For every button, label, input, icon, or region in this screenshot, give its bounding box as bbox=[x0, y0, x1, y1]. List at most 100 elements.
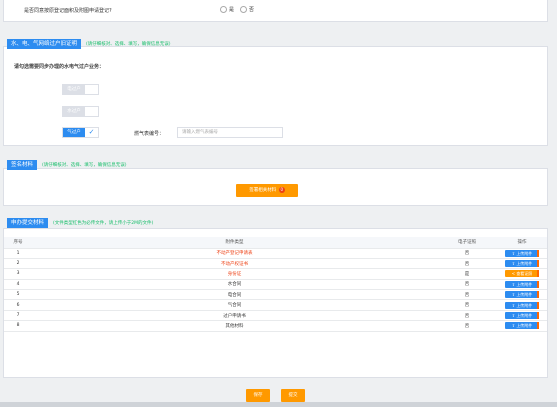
action-label: 上传附件 bbox=[516, 250, 533, 256]
submit-section-note: (文件类型红色为必传文件，请上传小于2M的文件) bbox=[53, 221, 154, 226]
upload-button[interactable]: ⇧ 上传附件 bbox=[505, 249, 539, 257]
row-action: ⇧ 上传附件 bbox=[497, 258, 547, 270]
sign-card: 签署相关材料 0 bbox=[3, 168, 548, 206]
upload-button[interactable]: ⇧ 上传附件 bbox=[505, 301, 539, 309]
row-ecert: 否 bbox=[437, 289, 497, 301]
table-row: 4 水合同否 ⇧ 上传附件 bbox=[4, 279, 547, 291]
horizontal-scrollbar[interactable] bbox=[0, 402, 557, 407]
row-action: ⇧ 上传附件 bbox=[497, 320, 547, 332]
row-action: ⇧ 上传附件 bbox=[497, 299, 547, 311]
radio-yes-label: 是 bbox=[229, 7, 235, 13]
row-ecert: 否 bbox=[437, 258, 497, 270]
row-type: 过户申请书 bbox=[32, 310, 437, 322]
gas-meter-label: 燃气表编号： bbox=[134, 131, 165, 137]
action-label: 查看证照 bbox=[516, 271, 533, 277]
utility-prompt: 请勾选需要同步办理的水电气过户业务： bbox=[14, 64, 105, 70]
action-label: 上传附件 bbox=[516, 323, 533, 329]
row-no: 4 bbox=[4, 279, 32, 291]
row-action: ⇧ 上传附件 bbox=[497, 289, 547, 301]
row-type: 不动产权证书 bbox=[32, 258, 437, 270]
checkbox-water-label: 水过户 bbox=[63, 107, 85, 116]
row-no: 2 bbox=[4, 258, 32, 270]
row-ecert: 否 bbox=[437, 310, 497, 322]
sign-section-title: 签名材料 bbox=[7, 160, 38, 170]
table-row: 5 电合同否 ⇧ 上传附件 bbox=[4, 289, 547, 301]
checkbox-electric[interactable]: 电过户 bbox=[62, 84, 99, 95]
action-label: 上传附件 bbox=[516, 313, 533, 319]
row-ecert: 否 bbox=[437, 320, 497, 332]
utility-section-header: 水、电、气网络过户旧证明 (请仔细核对、选择、填写，确保信息无误) bbox=[7, 39, 171, 49]
checkbox-electric-label: 电过户 bbox=[63, 85, 85, 94]
checkbox-water-box[interactable] bbox=[85, 107, 98, 116]
row-no: 1 bbox=[4, 248, 32, 259]
question-card: 是否同意按原登记面积及附图申请登记? 是 否 bbox=[3, 0, 548, 22]
radio-group: 是 否 bbox=[220, 6, 260, 13]
table-row: 3 身份证是 < 查看证照 bbox=[4, 268, 547, 280]
view-cert-button[interactable]: < 查看证照 bbox=[505, 270, 539, 278]
row-type: 气合同 bbox=[32, 299, 437, 311]
upload-button[interactable]: ⇧ 上传附件 bbox=[505, 291, 539, 299]
row-ecert: 否 bbox=[437, 279, 497, 291]
row-ecert: 否 bbox=[437, 248, 497, 259]
row-no: 8 bbox=[4, 320, 32, 332]
radio-yes[interactable]: 是 bbox=[220, 6, 234, 13]
table-row: 1 不动产登记申请表否 ⇧ 上传附件 bbox=[4, 248, 547, 259]
checkbox-gas[interactable]: 气过户 ✓ bbox=[62, 127, 99, 138]
gas-meter-input[interactable]: 请输入燃气表编号 bbox=[177, 127, 283, 138]
materials-table: 序号 附件类型 电子证照 操作 1 不动产登记申请表否 ⇧ 上传附件 2 不动产权证书否… bbox=[4, 237, 547, 332]
action-label: 上传附件 bbox=[516, 261, 533, 267]
col-action: 操作 bbox=[497, 237, 547, 249]
action-label: 上传附件 bbox=[516, 292, 533, 298]
row-no: 6 bbox=[4, 299, 32, 311]
question-label: 是否同意按原登记面积及附图申请登记? bbox=[24, 8, 112, 14]
checkbox-electric-box[interactable] bbox=[85, 85, 98, 94]
row-no: 5 bbox=[4, 289, 32, 301]
row-action: ⇧ 上传附件 bbox=[497, 279, 547, 291]
row-ecert: 是 bbox=[437, 268, 497, 280]
row-action: ⇧ 上传附件 bbox=[497, 310, 547, 322]
check-icon[interactable]: ✓ bbox=[85, 128, 98, 137]
checkbox-water[interactable]: 水过户 bbox=[62, 106, 99, 117]
table-row: 2 不动产权证书否 ⇧ 上传附件 bbox=[4, 258, 547, 270]
sign-materials-label: 签署相关材料 bbox=[249, 188, 277, 193]
radio-no-circle[interactable] bbox=[240, 6, 248, 13]
action-label: 上传附件 bbox=[516, 302, 533, 308]
save-button[interactable]: 保存 bbox=[246, 389, 270, 402]
row-no: 7 bbox=[4, 310, 32, 322]
col-ecert: 电子证照 bbox=[437, 237, 497, 249]
submit-button[interactable]: 提交 bbox=[281, 389, 305, 402]
radio-no[interactable]: 否 bbox=[240, 6, 254, 13]
utility-section-note: (请仔细核对、选择、填写，确保信息无误) bbox=[86, 42, 171, 47]
sign-section-note: (请仔细核对、选择、填写，确保信息无误) bbox=[42, 163, 127, 168]
upload-button[interactable]: ⇧ 上传附件 bbox=[505, 312, 539, 320]
table-row: 8 其他材料否 ⇧ 上传附件 bbox=[4, 320, 547, 332]
radio-no-label: 否 bbox=[249, 7, 255, 13]
checkbox-gas-label: 气过户 bbox=[63, 128, 85, 137]
action-label: 上传附件 bbox=[516, 281, 533, 287]
row-type: 水合同 bbox=[32, 279, 437, 291]
submit-section-title: 申办提交材料 bbox=[7, 218, 49, 228]
upload-button[interactable]: ⇧ 上传附件 bbox=[505, 322, 539, 330]
row-no: 3 bbox=[4, 268, 32, 280]
row-type: 不动产登记申请表 bbox=[32, 248, 437, 259]
table-row: 7 过户申请书否 ⇧ 上传附件 bbox=[4, 310, 547, 322]
sign-section-header: 签名材料 (请仔细核对、选择、填写，确保信息无误) bbox=[7, 160, 127, 170]
row-type: 电合同 bbox=[32, 289, 437, 301]
row-type: 其他材料 bbox=[32, 320, 437, 332]
radio-yes-circle[interactable] bbox=[220, 6, 227, 13]
col-no: 序号 bbox=[4, 237, 32, 249]
submit-section-header: 申办提交材料 (文件类型红色为必传文件，请上传小于2M的文件) bbox=[7, 218, 153, 228]
upload-button[interactable]: ⇧ 上传附件 bbox=[505, 280, 539, 288]
utility-section-title: 水、电、气网络过户旧证明 bbox=[7, 39, 82, 49]
row-type: 身份证 bbox=[32, 268, 437, 280]
table-header-row: 序号 附件类型 电子证照 操作 bbox=[4, 237, 547, 249]
table-row: 6 气合同否 ⇧ 上传附件 bbox=[4, 299, 547, 311]
row-action: < 查看证照 bbox=[497, 268, 547, 280]
utility-card: 请勾选需要同步办理的水电气过户业务： 电过户 水过户 气过户 ✓ 燃气表编号： … bbox=[3, 46, 548, 146]
row-ecert: 否 bbox=[437, 299, 497, 311]
col-type: 附件类型 bbox=[32, 237, 437, 249]
sign-materials-button[interactable]: 签署相关材料 0 bbox=[236, 184, 298, 197]
submit-card: 序号 附件类型 电子证照 操作 1 不动产登记申请表否 ⇧ 上传附件 2 不动产权证书否… bbox=[3, 228, 548, 378]
upload-button[interactable]: ⇧ 上传附件 bbox=[505, 260, 539, 268]
sign-badge: 0 bbox=[278, 187, 285, 193]
